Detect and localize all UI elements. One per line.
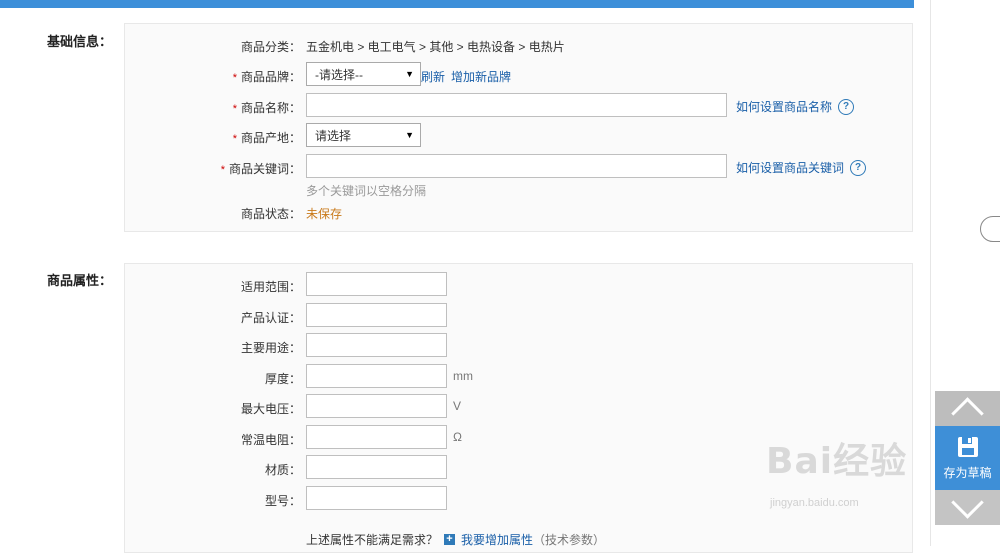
question-circle-icon[interactable]: ? bbox=[838, 98, 855, 115]
status-value: 未保存 bbox=[306, 207, 343, 221]
required-mark: * bbox=[232, 133, 237, 145]
attribute-input[interactable] bbox=[306, 363, 447, 388]
watermark-url: jingyan.baidu.com bbox=[770, 497, 859, 509]
watermark-logo: Bai经验 bbox=[766, 441, 908, 482]
attribute-label: 适用范围： bbox=[240, 280, 301, 294]
keyword-help-link[interactable]: 如何设置商品关键词 bbox=[736, 159, 844, 176]
keyword-hint: 多个关键词以空格分隔 bbox=[306, 184, 427, 198]
attribute-label: 材质： bbox=[264, 463, 301, 477]
floppy-disk-icon bbox=[957, 436, 978, 457]
attribute-input[interactable] bbox=[306, 455, 447, 479]
more-prompt: 上述属性不能满足需求？ bbox=[306, 533, 439, 547]
dropdown-arrow-icon: ▼ bbox=[405, 69, 414, 79]
dropdown-arrow-icon: ▼ bbox=[405, 130, 414, 140]
attributes-title: 商品属性： bbox=[47, 273, 113, 288]
attribute-input[interactable] bbox=[306, 394, 447, 418]
required-mark: * bbox=[232, 72, 237, 84]
basic-info-title: 基础信息： bbox=[47, 34, 113, 49]
attribute-label: 主要用途： bbox=[240, 341, 301, 355]
attribute-unit: Ω bbox=[453, 429, 462, 444]
save-draft-label: 存为草稿 bbox=[943, 465, 992, 480]
name-help-link[interactable]: 如何设置商品名称 bbox=[736, 98, 832, 115]
attribute-input[interactable] bbox=[306, 302, 447, 327]
product-name-input[interactable] bbox=[306, 93, 727, 117]
plus-square-icon[interactable]: + bbox=[444, 534, 456, 545]
right-divider bbox=[930, 0, 931, 546]
origin-label-text: 商品产地： bbox=[240, 131, 301, 145]
status-label: 商品状态： bbox=[240, 207, 301, 221]
name-help: 如何设置商品名称 ? bbox=[736, 98, 855, 115]
attribute-label: 型号： bbox=[264, 493, 301, 508]
brand-label-text: 商品品牌： bbox=[240, 70, 301, 84]
origin-select[interactable]: 请选择 ▼ bbox=[306, 123, 421, 147]
question-circle-icon[interactable]: ? bbox=[850, 159, 867, 176]
attribute-label: 厚度： bbox=[264, 371, 301, 386]
top-accent-bar bbox=[0, 0, 914, 8]
name-label-text: 商品名称： bbox=[240, 101, 301, 115]
brand-select[interactable]: -请选择-- ▼ bbox=[306, 62, 421, 86]
keyword-input[interactable] bbox=[306, 154, 727, 178]
attribute-input[interactable] bbox=[306, 485, 447, 510]
add-attribute-link[interactable]: 我要增加属性 bbox=[461, 531, 533, 548]
chevron-up-icon bbox=[951, 397, 984, 430]
attribute-label: 产品认证： bbox=[240, 310, 301, 325]
category-path: 五金机电 > 电工电气 > 其他 > 电热设备 > 电热片 bbox=[306, 40, 565, 54]
origin-label: * 商品产地： bbox=[125, 129, 301, 146]
attribute-input[interactable] bbox=[306, 333, 447, 357]
save-draft-button[interactable]: 存为草稿 bbox=[935, 426, 1000, 490]
attribute-input[interactable] bbox=[306, 272, 447, 296]
name-label: * 商品名称： bbox=[125, 99, 301, 116]
attribute-input[interactable] bbox=[306, 424, 447, 449]
required-mark: * bbox=[220, 164, 225, 176]
attribute-unit: V bbox=[453, 399, 462, 413]
attribute-label: 常温电阻： bbox=[240, 432, 301, 447]
keyword-help: 如何设置商品关键词 ? bbox=[736, 159, 867, 176]
keyword-label-text: 商品关键词： bbox=[228, 162, 301, 176]
basic-info-panel: 商品分类： 五金机电 > 电工电气 > 其他 > 电热设备 > 电热片 * 商品品… bbox=[124, 23, 913, 232]
add-attribute-note: （技术参数） bbox=[533, 533, 606, 547]
add-brand-link[interactable]: 增加新品牌 bbox=[451, 68, 511, 85]
add-attribute-row: 上述属性不能满足需求？ + 我要增加属性 （技术参数） bbox=[306, 531, 605, 548]
brand-select-value: -请选择-- bbox=[315, 67, 363, 82]
scroll-up-button[interactable] bbox=[935, 391, 1000, 430]
origin-select-value: 请选择 bbox=[315, 128, 352, 143]
required-mark: * bbox=[232, 103, 237, 115]
edge-toggle-control[interactable] bbox=[980, 216, 1000, 242]
chevron-down-icon bbox=[951, 486, 984, 519]
scroll-down-button[interactable] bbox=[935, 486, 1000, 525]
category-label: 商品分类： bbox=[240, 40, 301, 54]
refresh-link[interactable]: 刷新 bbox=[421, 68, 445, 85]
attribute-unit: mm bbox=[453, 368, 473, 383]
attribute-label: 最大电压： bbox=[240, 402, 301, 416]
brand-label: * 商品品牌： bbox=[125, 68, 301, 85]
attributes-panel: 适用范围： 产品认证： 主要用途： 厚度： mm 最大电压： V 常温电阻： Ω 材质： 型号： 上… bbox=[124, 263, 913, 553]
keyword-label: * 商品关键词： bbox=[125, 160, 301, 177]
